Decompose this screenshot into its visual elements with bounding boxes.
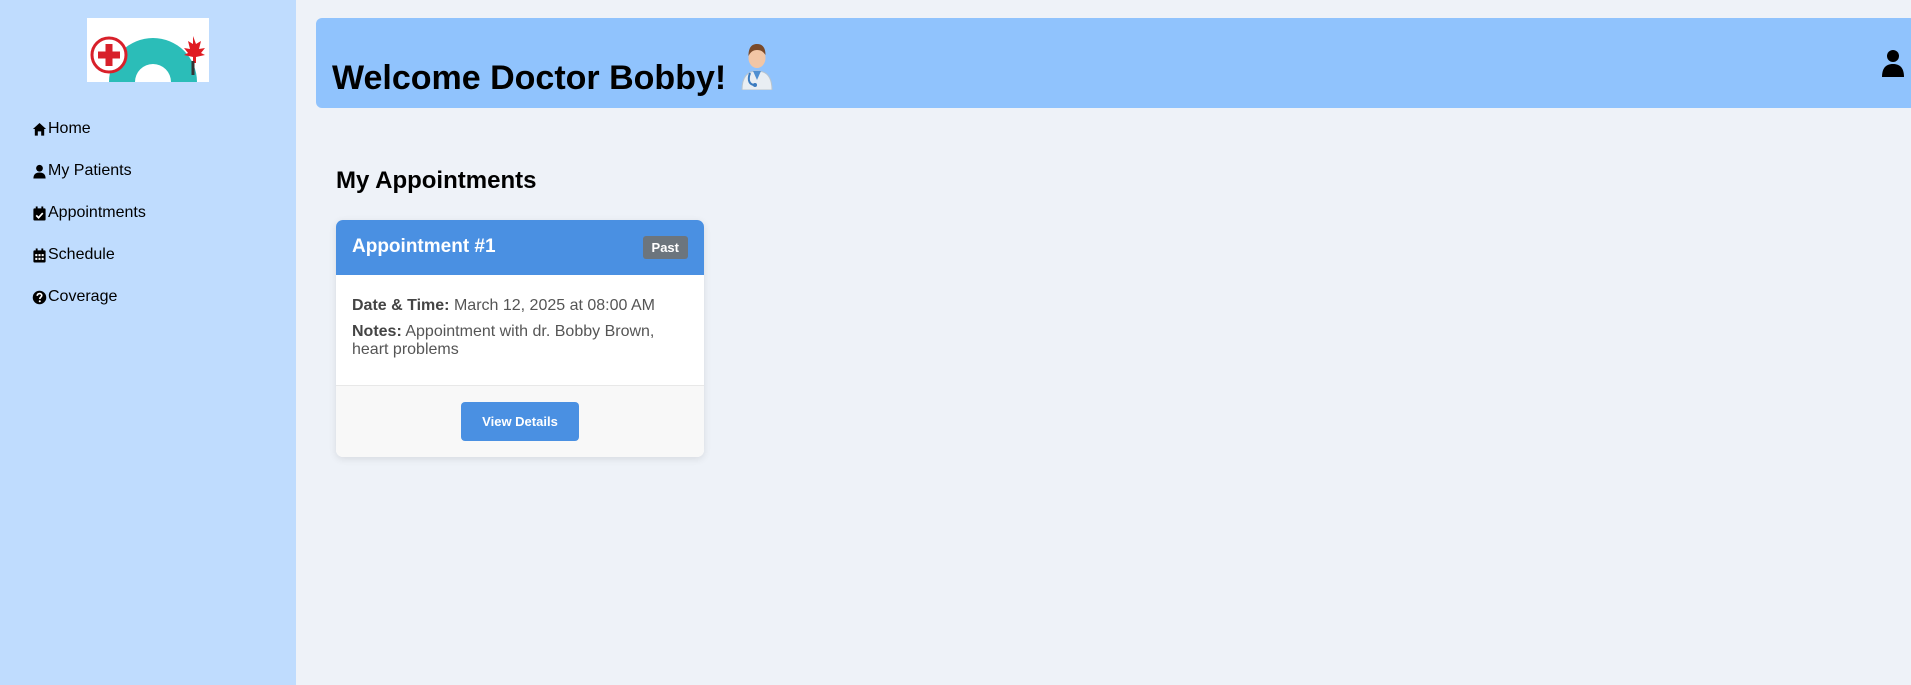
notes-label: Notes: bbox=[352, 323, 402, 340]
sidebar-item-schedule[interactable]: Schedule bbox=[32, 234, 146, 276]
calendar-grid-icon bbox=[33, 247, 46, 263]
datetime-label: Date & Time: bbox=[352, 297, 450, 314]
sidebar-item-label: Schedule bbox=[48, 246, 115, 263]
calendar-check-icon bbox=[33, 205, 46, 221]
status-badge: Past bbox=[642, 236, 688, 259]
sidebar-nav: Home My Patients Appointments Schedule C… bbox=[32, 108, 146, 318]
sidebar-item-my-patients[interactable]: My Patients bbox=[32, 150, 146, 192]
doctor-icon bbox=[741, 44, 773, 90]
sidebar-item-label: Appointments bbox=[48, 204, 146, 221]
question-circle-icon bbox=[32, 290, 47, 304]
sidebar-item-label: Coverage bbox=[48, 288, 118, 305]
sidebar-item-appointments[interactable]: Appointments bbox=[32, 192, 146, 234]
sidebar: Home My Patients Appointments Schedule C… bbox=[0, 0, 296, 685]
sidebar-item-label: Home bbox=[48, 120, 91, 137]
sidebar-item-home[interactable]: Home bbox=[32, 108, 146, 150]
appointment-card: Appointment #1 Past Date & Time: March 1… bbox=[336, 220, 704, 457]
appointment-card-body: Date & Time: March 12, 2025 at 08:00 AM … bbox=[336, 275, 704, 386]
page-title: Welcome Doctor Bobby! bbox=[332, 44, 778, 104]
appointment-card-header: Appointment #1 Past bbox=[336, 220, 704, 275]
welcome-text: Welcome Doctor Bobby! bbox=[332, 59, 727, 97]
app-logo[interactable] bbox=[87, 18, 209, 82]
welcome-header: Welcome Doctor Bobby! bbox=[316, 18, 1911, 108]
user-profile-icon[interactable] bbox=[1882, 49, 1904, 77]
view-details-button[interactable]: View Details bbox=[461, 402, 579, 441]
sidebar-item-coverage[interactable]: Coverage bbox=[32, 276, 146, 318]
user-icon bbox=[33, 164, 46, 179]
section-title: My Appointments bbox=[336, 167, 537, 194]
appointment-datetime: Date & Time: March 12, 2025 at 08:00 AM bbox=[352, 297, 688, 315]
appointment-notes: Notes: Appointment with dr. Bobby Brown,… bbox=[352, 323, 688, 359]
sidebar-item-label: My Patients bbox=[48, 162, 132, 179]
appointment-card-footer: View Details bbox=[336, 385, 704, 457]
appointment-title: Appointment #1 bbox=[352, 236, 496, 257]
home-icon bbox=[32, 122, 47, 136]
datetime-value: March 12, 2025 at 08:00 AM bbox=[453, 297, 655, 314]
